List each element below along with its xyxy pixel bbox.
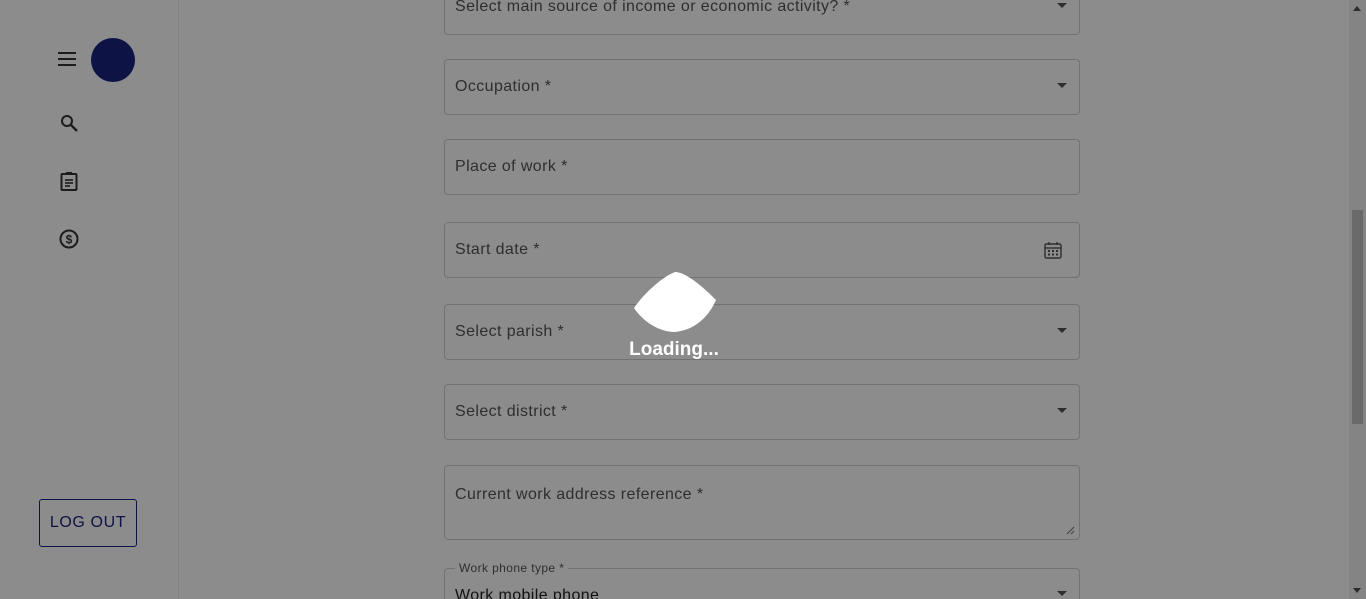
loading-spinner-icon: [634, 272, 716, 332]
loading-overlay: Loading...: [0, 0, 1366, 599]
loading-text: Loading...: [629, 339, 719, 360]
